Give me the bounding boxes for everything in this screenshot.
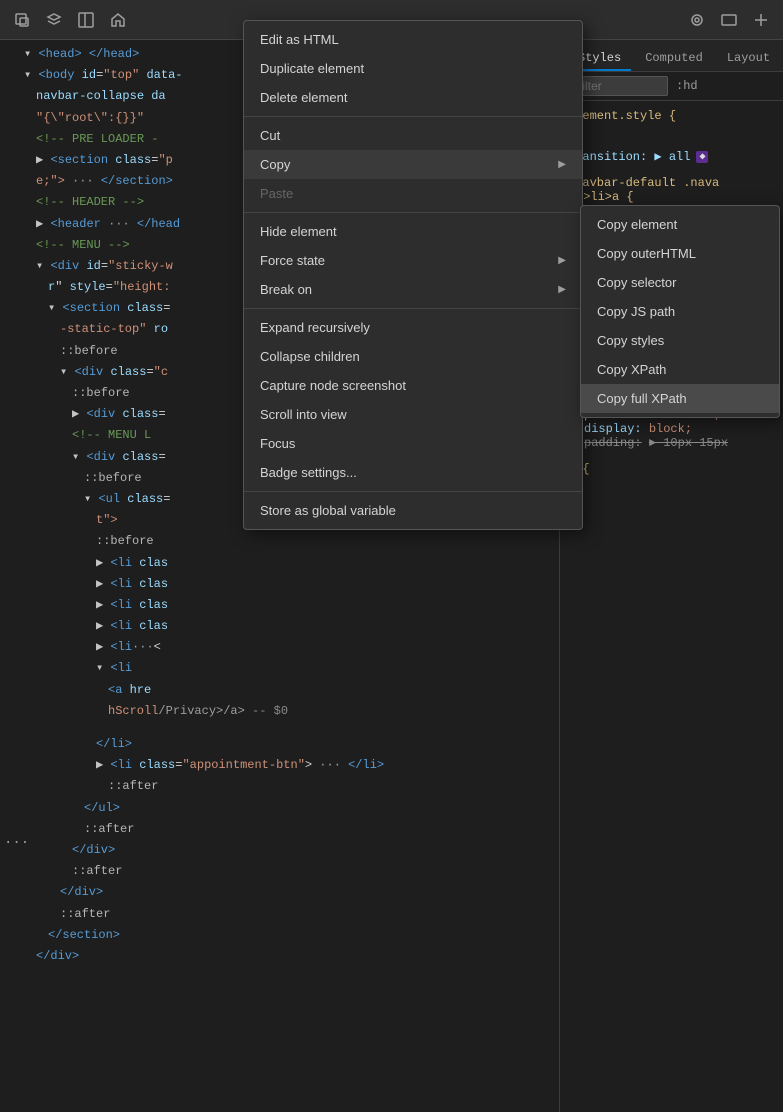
menu-item-focus[interactable]: Focus [244, 429, 582, 458]
css-rule-element-style: element.style { } [568, 109, 775, 137]
copy-arrow-icon: ▶ [558, 159, 566, 170]
css-rule-a: a { [568, 462, 775, 476]
menu-item-store-global[interactable]: Store as global variable [244, 496, 582, 525]
settings-icon[interactable] [683, 6, 711, 34]
dom-line[interactable]: </section> [8, 925, 559, 946]
dom-line[interactable]: </li> [8, 734, 559, 755]
dom-line[interactable]: hScroll/Privacy>/a> -- $0 [8, 701, 559, 722]
dom-line[interactable]: ▶ <li class="appointment-btn"> ··· </li> [8, 755, 559, 776]
submenu-item-copy-js-path[interactable]: Copy JS path [581, 297, 779, 326]
layers-icon[interactable] [40, 6, 68, 34]
menu-item-break-on[interactable]: Break on ▶ [244, 275, 582, 304]
menu-item-capture-screenshot[interactable]: Capture node screenshot [244, 371, 582, 400]
tab-computed[interactable]: Computed [635, 47, 713, 71]
dom-line[interactable]: </div> [8, 840, 559, 861]
css-prop-padding-strike: padding: ► 10px 15px [568, 436, 775, 450]
menu-separator-2 [244, 212, 582, 213]
dom-line[interactable]: </div> [8, 882, 559, 903]
dom-line[interactable]: ::after [8, 904, 559, 925]
menu-separator-1 [244, 116, 582, 117]
context-menu-right: Copy element Copy outerHTML Copy selecto… [580, 205, 780, 418]
submenu-item-copy-xpath[interactable]: Copy XPath [581, 355, 779, 384]
submenu-item-copy-selector[interactable]: Copy selector [581, 268, 779, 297]
dom-line[interactable]: ▶ <li clas [8, 616, 559, 637]
dom-tree-bottom: </li> ▶ <li class="appointment-btn"> ···… [0, 730, 559, 971]
dom-line[interactable]: ::after [8, 861, 559, 882]
submenu-item-copy-element[interactable]: Copy element [581, 210, 779, 239]
styles-toolbar: :hd [560, 72, 783, 101]
cursor-icon[interactable] [8, 6, 36, 34]
menu-item-expand-recursively[interactable]: Expand recursively [244, 313, 582, 342]
dom-line[interactable]: ::before [8, 531, 559, 552]
submenu-item-copy-styles[interactable]: Copy styles [581, 326, 779, 355]
tab-layout[interactable]: Layout [717, 47, 780, 71]
home-icon[interactable] [104, 6, 132, 34]
break-on-arrow-icon: ▶ [558, 284, 566, 295]
window-icon[interactable] [715, 6, 743, 34]
menu-item-hide-element[interactable]: Hide element [244, 217, 582, 246]
dom-line[interactable]: ::after [8, 776, 559, 797]
styles-panel: Styles Computed Layout :hd element.style… [560, 40, 783, 1112]
dom-line[interactable]: ▶ <li clas [8, 574, 559, 595]
menu-separator-4 [244, 491, 582, 492]
add-icon[interactable] [747, 6, 775, 34]
styles-tabs: Styles Computed Layout [560, 40, 783, 72]
menu-item-scroll-into-view[interactable]: Scroll into view [244, 400, 582, 429]
dom-line[interactable]: ▶ <li clas [8, 553, 559, 574]
menu-item-copy[interactable]: Copy ▶ [244, 150, 582, 179]
css-selector[interactable]: element.style { [568, 109, 775, 123]
menu-item-paste: Paste [244, 179, 582, 208]
menu-item-edit-as-html[interactable]: Edit as HTML [244, 25, 582, 54]
submenu-item-copy-full-xpath[interactable]: Copy full XPath [581, 384, 779, 413]
force-state-arrow-icon: ▶ [558, 255, 566, 266]
transition-badge: ◆ [696, 151, 708, 163]
menu-item-cut[interactable]: Cut [244, 121, 582, 150]
menu-item-duplicate-element[interactable]: Duplicate element [244, 54, 582, 83]
transition-property: transition: ▶ all [568, 149, 690, 164]
css-prop-display: display: block; [568, 422, 775, 436]
dom-line[interactable]: </div> [8, 946, 559, 967]
submenu-item-copy-outerhtml[interactable]: Copy outerHTML [581, 239, 779, 268]
menu-item-badge-settings[interactable]: Badge settings... [244, 458, 582, 487]
panel-icon[interactable] [72, 6, 100, 34]
menu-item-force-state[interactable]: Force state ▶ [244, 246, 582, 275]
styles-filter-input[interactable] [568, 76, 668, 96]
dom-line[interactable]: ▶ <li clas [8, 595, 559, 616]
dom-line[interactable]: ▶ <li···< [8, 637, 559, 658]
menu-item-delete-element[interactable]: Delete element [244, 83, 582, 112]
menu-item-collapse-children[interactable]: Collapse children [244, 342, 582, 371]
context-menu-left: Edit as HTML Duplicate element Delete el… [243, 20, 583, 530]
pseudo-state-label: :hd [676, 79, 698, 93]
dom-line[interactable]: ▾ <li [8, 658, 559, 679]
dom-line[interactable]: </ul> [8, 798, 559, 819]
dom-line[interactable]: <a hre [8, 680, 559, 701]
css-rule-transition: transition: ▶ all ◆ [568, 149, 775, 164]
menu-separator-3 [244, 308, 582, 309]
overflow-menu-icon[interactable]: ··· [4, 835, 29, 851]
dom-line[interactable]: ::after [8, 819, 559, 840]
css-selector-navbar[interactable]: .navbar-default .nava [568, 176, 775, 190]
css-selector-a[interactable]: a { [568, 462, 775, 476]
